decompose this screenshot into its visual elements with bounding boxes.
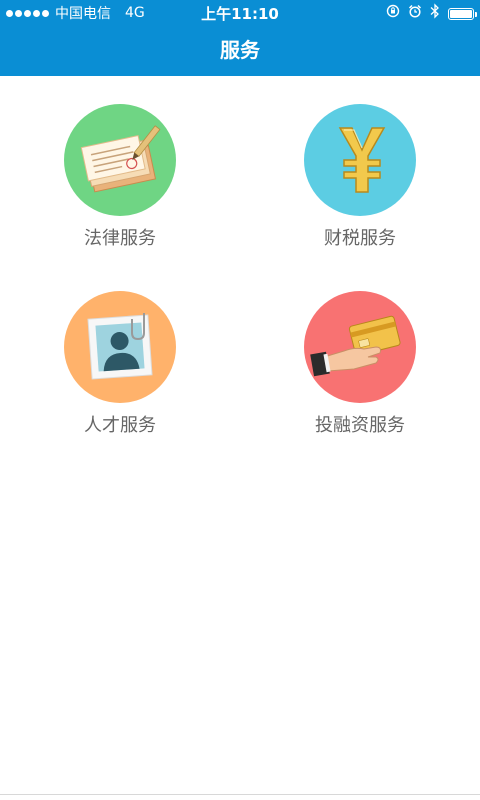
service-finance-tax[interactable]: 财税服务	[260, 104, 460, 250]
battery-icon	[448, 7, 477, 20]
hand-card-icon	[304, 291, 416, 403]
yen-icon	[304, 104, 416, 216]
service-legal-label: 法律服务	[84, 228, 156, 249]
person-photo-icon	[64, 291, 176, 403]
status-bar: 中国电信 4G 上午11:10	[0, 0, 480, 24]
bottom-divider	[0, 794, 480, 795]
service-legal[interactable]: 法律服务	[20, 104, 220, 250]
service-talent[interactable]: 人才服务	[20, 291, 220, 437]
status-right	[386, 3, 477, 24]
top-bar: 中国电信 4G 上午11:10 服务	[0, 0, 480, 76]
alarm-icon	[408, 4, 422, 23]
services-screen: 中国电信 4G 上午11:10 服务 法律服务 财税服务 人才服务 投融资服务	[0, 0, 480, 800]
service-finance-tax-label: 财税服务	[324, 228, 396, 249]
legal-documents-icon	[64, 104, 176, 216]
bluetooth-icon	[430, 3, 440, 24]
service-investment-label: 投融资服务	[315, 415, 405, 436]
service-talent-label: 人才服务	[84, 415, 156, 436]
rotation-lock-icon	[386, 4, 400, 23]
service-investment[interactable]: 投融资服务	[260, 291, 460, 437]
page-title: 服务	[220, 38, 260, 62]
